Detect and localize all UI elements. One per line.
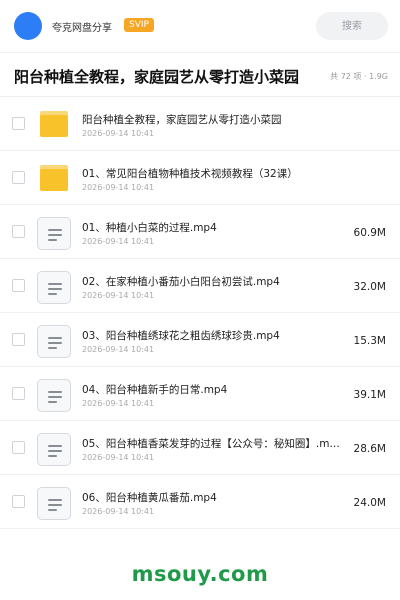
row-checkbox[interactable] [12,495,25,508]
row-checkbox[interactable] [12,279,25,292]
list-item[interactable]: 05、阳台种植香菜发芽的过程【公众号：秘知圈】.m… 2026-09-14 10… [0,421,400,475]
file-date: 2026-09-14 10:41 [82,183,155,192]
file-size: 15.3M [353,335,386,347]
row-checkbox[interactable] [12,117,25,130]
page-title: 阳台种植全教程，家庭园艺从零打造小菜园 [14,68,300,86]
list-item[interactable]: 04、阳台种植新手的日常.mp4 2026-09-14 10:41 39.1M [0,367,400,421]
share-name: 夸克网盘分享 [52,23,112,34]
file-name: 01、常见阳台植物种植技术视频教程（32课） [82,168,298,180]
search-box[interactable] [316,12,388,40]
file-size: 60.9M [353,227,386,239]
file-date: 2026-09-14 10:41 [82,291,155,300]
file-date: 2026-09-14 10:41 [82,237,155,246]
row-checkbox[interactable] [12,387,25,400]
file-list: 阳台种植全教程，家庭园艺从零打造小菜园 2026-09-14 10:41 01、… [0,97,400,529]
file-name: 02、在家种植小番茄小白阳台初尝试.mp4 [82,276,280,288]
title-row: 阳台种植全教程，家庭园艺从零打造小菜园 共 72 项 · 1.9G [0,53,400,97]
avatar[interactable] [14,12,42,40]
file-name: 06、阳台种植黄瓜番茄.mp4 [82,492,217,504]
file-name: 03、阳台种植绣球花之粗齿绣球珍贵.mp4 [82,330,280,342]
row-checkbox[interactable] [12,441,25,454]
file-name: 01、种植小白菜的过程.mp4 [82,222,217,234]
folder-icon [40,165,68,191]
file-name: 阳台种植全教程，家庭园艺从零打造小菜园 [82,114,282,126]
row-checkbox[interactable] [12,225,25,238]
list-item[interactable]: 06、阳台种植黄瓜番茄.mp4 2026-09-14 10:41 24.0M [0,475,400,529]
document-icon [37,379,71,412]
document-icon [37,325,71,358]
file-size: 24.0M [353,497,386,509]
document-icon [37,271,71,304]
file-name: 04、阳台种植新手的日常.mp4 [82,384,228,396]
row-checkbox[interactable] [12,171,25,184]
file-date: 2026-09-14 10:41 [82,507,155,516]
list-item[interactable]: 02、在家种植小番茄小白阳台初尝试.mp4 2026-09-14 10:41 3… [0,259,400,313]
file-name: 05、阳台种植香菜发芽的过程【公众号：秘知圈】.m… [82,438,340,450]
folder-icon [40,111,68,137]
file-date: 2026-09-14 10:41 [82,129,155,138]
row-checkbox[interactable] [12,333,25,346]
file-date: 2026-09-14 10:41 [82,453,155,462]
item-summary: 共 72 项 · 1.9G [330,72,388,81]
watermark: msouy.com [131,562,269,586]
document-icon [37,433,71,466]
file-date: 2026-09-14 10:41 [82,345,155,354]
list-item[interactable]: 01、种植小白菜的过程.mp4 2026-09-14 10:41 60.9M [0,205,400,259]
list-item[interactable]: 03、阳台种植绣球花之粗齿绣球珍贵.mp4 2026-09-14 10:41 1… [0,313,400,367]
header-bar: 夸克网盘分享 SVIP [0,0,400,52]
list-item[interactable]: 阳台种植全教程，家庭园艺从零打造小菜园 2026-09-14 10:41 [0,97,400,151]
search-input[interactable] [316,12,388,40]
document-icon [37,217,71,250]
file-size: 32.0M [353,281,386,293]
file-size: 39.1M [353,389,386,401]
file-size: 28.6M [353,443,386,455]
document-icon [37,487,71,520]
file-date: 2026-09-14 10:41 [82,399,155,408]
svip-badge: SVIP [124,18,154,32]
list-item[interactable]: 01、常见阳台植物种植技术视频教程（32课） 2026-09-14 10:41 [0,151,400,205]
